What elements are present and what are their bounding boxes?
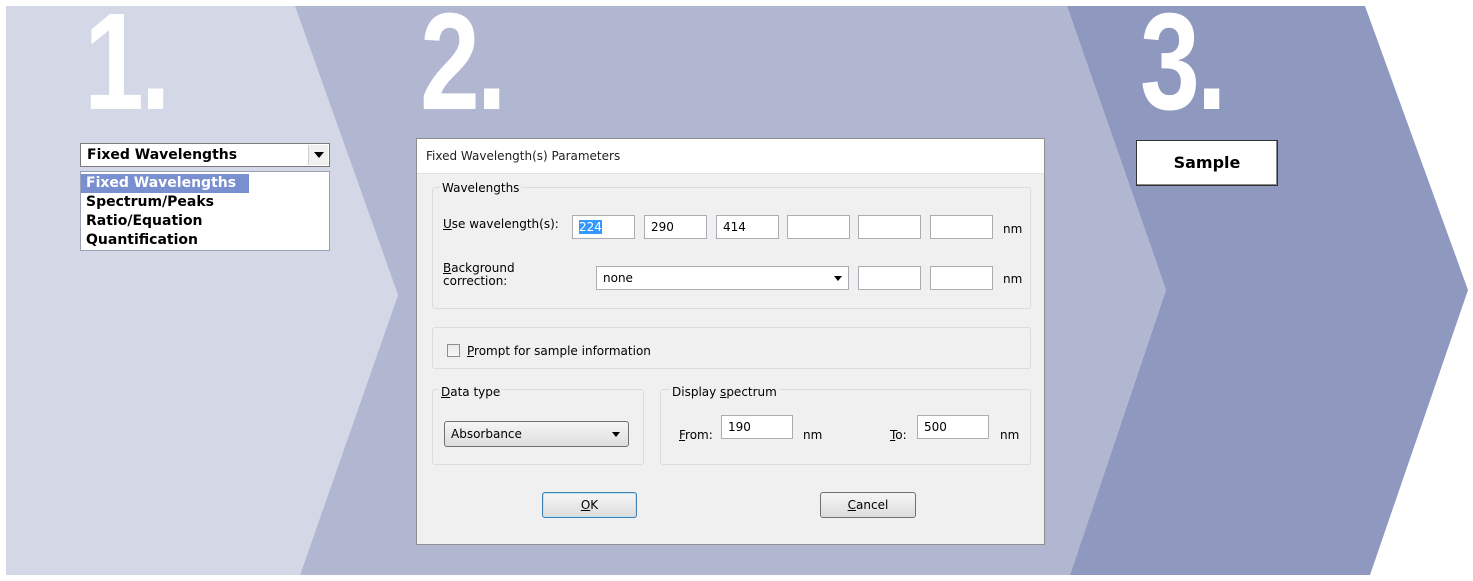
step-number-2: 2. (420, 0, 507, 139)
method-combobox[interactable]: Fixed Wavelengths (80, 143, 330, 167)
to-label: To: (890, 428, 907, 442)
chevron-down-icon (612, 432, 620, 437)
step-number-3: 3. (1140, 0, 1227, 139)
from-label: From: (679, 428, 713, 442)
background-unit: nm (1003, 272, 1023, 286)
use-wavelengths-label: Use wavelength(s): (443, 217, 559, 231)
wavelength-unit: nm (1003, 222, 1023, 236)
dropdown-option-quantification[interactable]: Quantification (81, 231, 329, 250)
wavelength-field-4[interactable] (787, 215, 850, 239)
dropdown-option-spectrum-peaks[interactable]: Spectrum/Peaks (81, 193, 329, 212)
to-unit: nm (1000, 428, 1020, 442)
wavelength-field-6[interactable] (930, 215, 993, 239)
dialog-title-bar: Fixed Wavelength(s) Parameters (417, 139, 1044, 174)
prompt-sample-info-checkbox[interactable] (447, 344, 460, 357)
background-field-1[interactable] (858, 266, 921, 290)
dropdown-option-fixed-wavelengths[interactable]: Fixed Wavelengths (81, 174, 249, 193)
background-correction-select[interactable]: none (596, 266, 849, 290)
sample-button[interactable]: Sample (1136, 140, 1278, 186)
method-dropdown-list: Fixed Wavelengths Spectrum/Peaks Ratio/E… (80, 171, 330, 251)
wavelengths-group-label: Wavelengths (440, 181, 522, 195)
method-combobox-value: Fixed Wavelengths (87, 147, 238, 163)
ok-button[interactable]: OK (542, 492, 637, 518)
dialog-title: Fixed Wavelength(s) Parameters (426, 149, 621, 163)
chevron-down-icon (314, 152, 324, 158)
chevron-down-icon (834, 276, 842, 281)
wavelength-field-5[interactable] (858, 215, 921, 239)
wavelengths-group (432, 187, 1031, 309)
cancel-button[interactable]: Cancel (820, 492, 916, 518)
fixed-wavelength-dialog: Fixed Wavelength(s) Parameters Wavelengt… (416, 138, 1045, 545)
wavelength-field-2[interactable]: 290 (644, 215, 707, 239)
spectrum-from-field[interactable]: 190 (721, 415, 793, 439)
data-type-dropdown[interactable]: Absorbance (444, 421, 629, 447)
prompt-sample-info-label[interactable]: Prompt for sample information (467, 344, 651, 358)
wavelength-field-3[interactable]: 414 (716, 215, 779, 239)
background-field-2[interactable] (930, 266, 993, 290)
background-correction-label: Background correction: (443, 261, 515, 288)
from-unit: nm (803, 428, 823, 442)
data-type-label: Data type (439, 385, 503, 399)
spectrum-to-field[interactable]: 500 (917, 415, 989, 439)
combobox-dropdown-button[interactable] (308, 145, 328, 165)
wavelength-field-1[interactable]: 224 (572, 215, 635, 239)
display-spectrum-label: Display spectrum (670, 385, 779, 399)
dropdown-option-ratio-equation[interactable]: Ratio/Equation (81, 212, 329, 231)
step-number-1: 1. (84, 0, 171, 139)
